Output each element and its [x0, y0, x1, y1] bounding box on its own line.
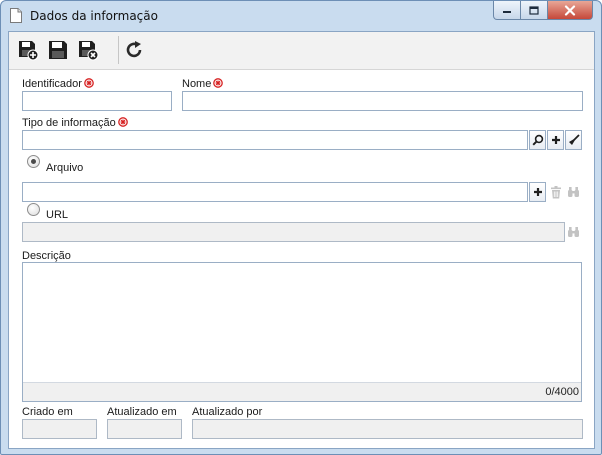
atualizado-por-field[interactable] [192, 419, 583, 439]
clear-brush-icon [568, 134, 580, 145]
plus-icon [533, 188, 542, 196]
window-controls [493, 1, 593, 20]
atualizado-por-label: Atualizado por [192, 406, 263, 418]
arquivo-field[interactable] [22, 182, 528, 202]
atualizado-por-input[interactable] [197, 422, 578, 436]
arquivo-add-button[interactable] [529, 182, 546, 202]
save-and-close-button[interactable] [75, 37, 101, 63]
title-bar[interactable]: Dados da informação [1, 1, 601, 31]
maximize-button[interactable] [521, 1, 548, 20]
close-button[interactable] [548, 1, 593, 20]
character-counter: 0/4000 [545, 386, 579, 398]
tipo-search-button[interactable] [529, 130, 546, 150]
descricao-textarea[interactable] [23, 263, 581, 382]
identificador-label: Identificador [22, 78, 94, 90]
tipo-label: Tipo de informação [22, 117, 128, 129]
arquivo-label: Arquivo [46, 162, 84, 174]
refresh-button[interactable] [121, 37, 147, 63]
toolbar-separator [118, 36, 119, 64]
arquivo-view-button[interactable] [565, 182, 582, 202]
save-button[interactable] [45, 37, 71, 63]
atualizado-em-field[interactable] [107, 419, 182, 439]
save-and-new-button[interactable] [15, 37, 41, 63]
required-icon [213, 78, 224, 88]
tipo-label-text: Tipo de informação [22, 117, 116, 129]
nome-input[interactable] [187, 94, 578, 108]
nome-label-text: Nome [182, 78, 212, 90]
search-icon [531, 134, 543, 146]
url-label: URL [46, 209, 69, 221]
arquivo-radio[interactable] [27, 155, 40, 168]
minimize-icon [503, 11, 511, 13]
plus-icon [551, 136, 560, 144]
dialog-window: Dados da informação Identificador Nome T… [0, 0, 602, 455]
binoculars-icon [568, 227, 579, 237]
binoculars-icon [568, 187, 579, 197]
identificador-input[interactable] [27, 94, 167, 108]
toolbar [9, 32, 594, 70]
save-close-icon [79, 41, 99, 61]
required-icon [84, 78, 94, 88]
url-input[interactable] [27, 225, 560, 239]
dialog-content: Identificador Nome Tipo de informação Ar… [8, 31, 595, 449]
save-plus-icon [19, 41, 39, 61]
url-view-button[interactable] [565, 222, 582, 242]
atualizado-em-input[interactable] [112, 422, 177, 436]
character-counter-bar: 0/4000 [23, 382, 581, 401]
document-icon [10, 8, 22, 23]
close-icon [564, 4, 576, 16]
criado-em-input[interactable] [27, 422, 92, 436]
url-field[interactable] [22, 222, 565, 242]
trash-icon [550, 185, 561, 198]
refresh-icon [126, 41, 142, 58]
descricao-label: Descrição [22, 250, 71, 262]
tipo-add-button[interactable] [547, 130, 564, 150]
tipo-clear-button[interactable] [565, 130, 582, 150]
criado-em-label: Criado em [22, 406, 73, 418]
required-icon [117, 117, 128, 127]
identificador-field[interactable] [22, 91, 172, 111]
minimize-button[interactable] [493, 1, 521, 20]
tipo-input[interactable] [27, 133, 523, 147]
atualizado-em-label: Atualizado em [107, 406, 177, 418]
descricao-field: 0/4000 [22, 262, 582, 402]
identificador-label-text: Identificador [22, 78, 82, 90]
window-title: Dados da informação [30, 9, 158, 23]
arquivo-delete-button[interactable] [547, 182, 564, 202]
nome-label: Nome [182, 78, 224, 90]
tipo-field[interactable] [22, 130, 528, 150]
maximize-icon [529, 5, 539, 15]
save-icon [49, 41, 67, 59]
criado-em-field[interactable] [22, 419, 97, 439]
nome-field[interactable] [182, 91, 583, 111]
arquivo-input[interactable] [27, 185, 523, 199]
url-radio[interactable] [27, 203, 40, 216]
